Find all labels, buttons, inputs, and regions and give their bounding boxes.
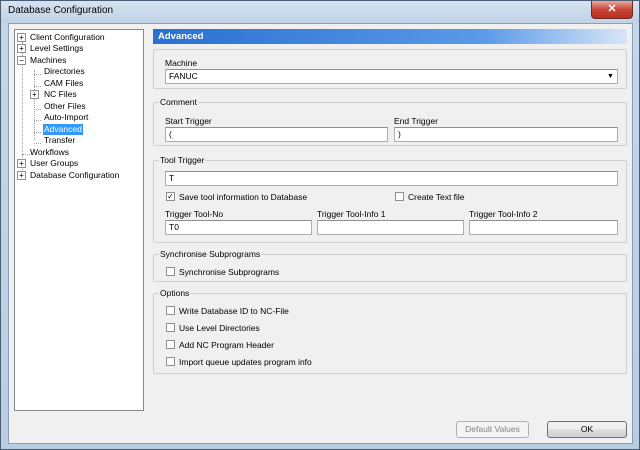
options-group: Options Write Database ID to NC-File Use… [153, 288, 627, 374]
panel-title: Advanced [153, 29, 627, 44]
add-nc-program-header-label[interactable]: Add NC Program Header [179, 340, 274, 350]
tool-trigger-input[interactable]: T [165, 171, 618, 186]
dialog-client-area: + Client Configuration + Level Settings … [8, 23, 633, 444]
tree-item-label: Other Files [44, 101, 86, 111]
chevron-down-icon[interactable]: ▼ [605, 71, 616, 82]
import-queue-updates-label[interactable]: Import queue updates program info [179, 357, 312, 367]
comment-group-title: Comment [159, 97, 198, 108]
machine-select[interactable]: FANUC ▼ [165, 69, 618, 84]
tree-item-label: Transfer [44, 135, 76, 145]
end-trigger-input[interactable]: ) [394, 127, 618, 142]
close-icon: ✕ [607, 3, 617, 15]
expand-icon[interactable]: + [17, 171, 26, 180]
machine-select-value: FANUC [169, 71, 198, 81]
collapse-icon[interactable]: − [17, 56, 26, 65]
tree-item-label: Auto-Import [44, 112, 89, 122]
sync-subprograms-group: Synchronise Subprograms Synchronise Subp… [153, 249, 627, 282]
sync-subprograms-group-title: Synchronise Subprograms [159, 249, 262, 260]
window-title: Database Configuration [8, 5, 114, 16]
tree-connector [34, 120, 41, 121]
save-tool-info-checkbox[interactable]: ✓ [166, 192, 175, 201]
tree-item-label: Workflows [30, 147, 70, 157]
tree-item-label: Client Configuration [30, 32, 105, 42]
add-nc-program-header-checkbox[interactable] [166, 340, 175, 349]
trigger-tool-no-input[interactable]: T0 [165, 220, 312, 235]
settings-tree[interactable]: + Client Configuration + Level Settings … [14, 29, 144, 411]
create-text-file-label[interactable]: Create Text file [408, 192, 465, 202]
dialog-window: Database Configuration ✕ + Client Config… [0, 0, 640, 450]
expand-icon[interactable]: + [30, 90, 39, 99]
tree-connector [34, 70, 35, 140]
tree-connector [34, 132, 41, 133]
tree-item-label: CAM Files [44, 78, 84, 88]
machine-label: Machine [165, 58, 198, 68]
tree-item-label: Database Configuration [30, 170, 120, 180]
options-group-title: Options [159, 288, 191, 299]
tree-connector [34, 74, 41, 75]
write-database-id-checkbox[interactable] [166, 306, 175, 315]
tree-item-label: Machines [30, 55, 67, 65]
close-button[interactable]: ✕ [591, 1, 633, 19]
tree-item-label: Advanced [43, 124, 83, 135]
start-trigger-label: Start Trigger [165, 116, 212, 126]
create-text-file-checkbox[interactable] [395, 192, 404, 201]
sync-subprograms-label[interactable]: Synchronise Subprograms [179, 267, 279, 277]
ok-button[interactable]: OK [547, 421, 627, 438]
title-bar[interactable]: Database Configuration ✕ [1, 1, 639, 23]
trigger-tool-info-2-label: Trigger Tool-Info 2 [469, 209, 538, 219]
end-trigger-label: End Trigger [394, 116, 438, 126]
sync-subprograms-checkbox[interactable] [166, 267, 175, 276]
comment-group: Comment Start Trigger ( End Trigger ) [153, 97, 627, 146]
import-queue-updates-checkbox[interactable] [166, 357, 175, 366]
expand-icon[interactable]: + [17, 44, 26, 53]
expand-icon[interactable]: + [17, 33, 26, 42]
tree-item-label: Level Settings [30, 43, 84, 53]
machine-group: Machine FANUC ▼ [153, 49, 627, 89]
trigger-tool-info-2-input[interactable] [469, 220, 618, 235]
tree-item-label: NC Files [44, 89, 77, 99]
tree-connector [34, 86, 41, 87]
expand-icon[interactable]: + [17, 159, 26, 168]
default-values-button[interactable]: Default Values [456, 421, 529, 438]
trigger-tool-info-1-input[interactable] [317, 220, 464, 235]
tree-connector [34, 143, 41, 144]
write-database-id-label[interactable]: Write Database ID to NC-File [179, 306, 289, 316]
tool-trigger-group: Tool Trigger T ✓ Save tool information t… [153, 155, 627, 243]
trigger-tool-no-label: Trigger Tool-No [165, 209, 224, 219]
start-trigger-input[interactable]: ( [165, 127, 388, 142]
save-tool-info-label[interactable]: Save tool information to Database [179, 192, 307, 202]
trigger-tool-info-1-label: Trigger Tool-Info 1 [317, 209, 386, 219]
tree-item-label: User Groups [30, 158, 79, 168]
tool-trigger-group-title: Tool Trigger [159, 155, 206, 166]
tree-connector [34, 109, 41, 110]
use-level-directories-label[interactable]: Use Level Directories [179, 323, 260, 333]
tree-item-label: Directories [44, 66, 85, 76]
use-level-directories-checkbox[interactable] [166, 323, 175, 332]
